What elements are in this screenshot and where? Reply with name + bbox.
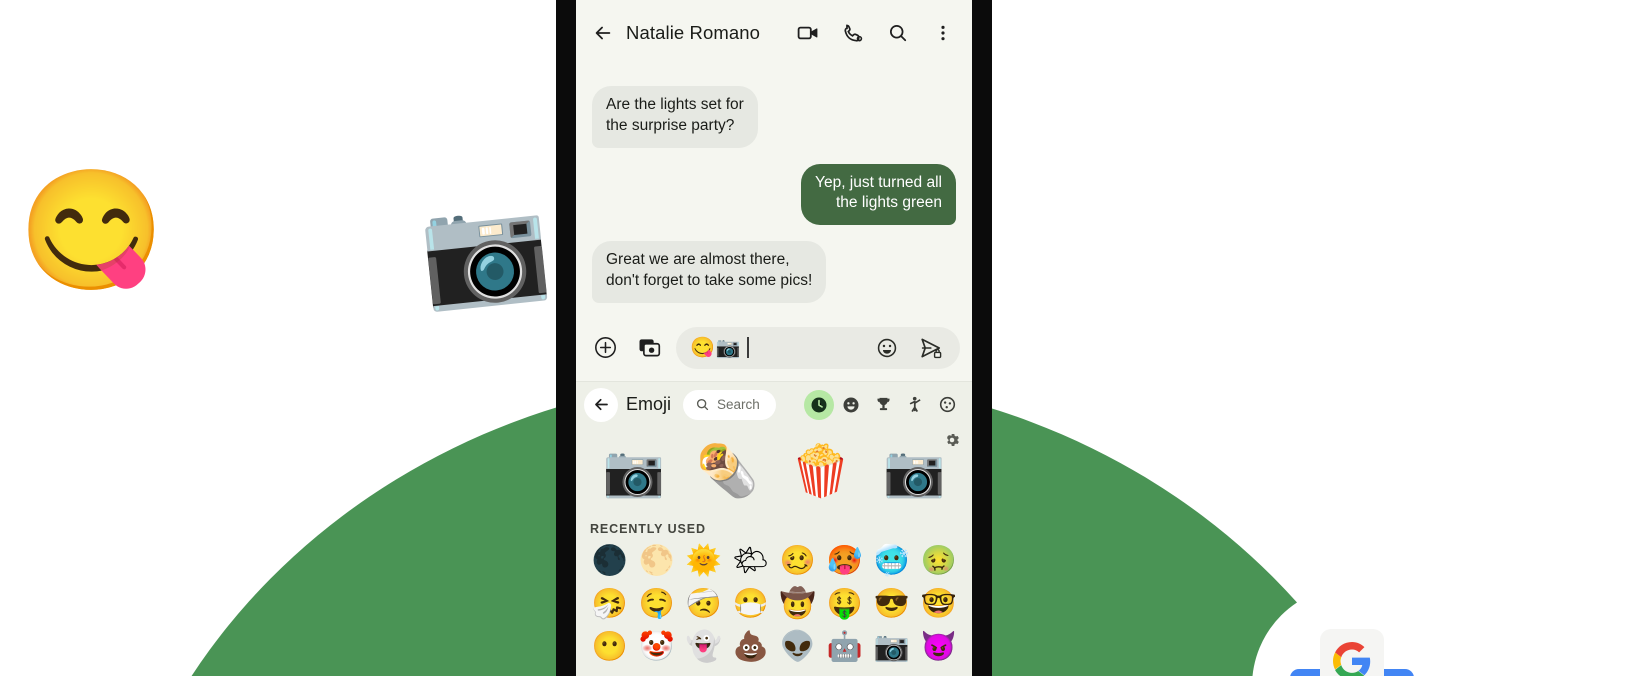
emoji-cell[interactable]: 😎 bbox=[868, 585, 915, 625]
trophy-icon bbox=[876, 397, 890, 411]
emoji-panel-topbar: Emoji Search bbox=[576, 382, 972, 428]
emoji-cell[interactable]: 😷 bbox=[727, 585, 774, 625]
emoji-cell[interactable]: 🥶 bbox=[868, 542, 915, 582]
emoji-grid-row: 🤧 🤤 🤕 😷 🤠 🤑 😎 🤓 bbox=[586, 585, 962, 625]
emoji-kitchen-sticker[interactable]: 📷 bbox=[590, 434, 678, 508]
emoji-category-activities[interactable] bbox=[868, 390, 898, 420]
emoji-cell[interactable]: 🤢 bbox=[915, 542, 962, 582]
emoji-back-icon[interactable] bbox=[584, 387, 618, 422]
emoji-cell[interactable]: 🌕 bbox=[633, 542, 680, 582]
emoji-category-smileys[interactable] bbox=[836, 390, 866, 420]
emoji-grid-row: 😶 🤡 👻 💩 👽 🤖 📷 😈 bbox=[586, 628, 962, 668]
phone-call-icon[interactable] bbox=[836, 16, 870, 50]
clock-icon bbox=[811, 397, 827, 413]
sticker-base-glyph: 📷 bbox=[883, 442, 946, 499]
emoji-category-tabs bbox=[804, 389, 962, 420]
message-bubble-outgoing[interactable]: Yep, just turned all the lights green bbox=[801, 163, 956, 226]
emoji-panel: Emoji Search 📷 🌯 🍿 📷 RECENTLY USED 🌑 🌕 🌞… bbox=[576, 380, 972, 676]
emoji-cell[interactable]: 🤡 bbox=[633, 628, 680, 668]
emoji-cell[interactable]: 🌑 bbox=[586, 542, 633, 582]
emoji-cell[interactable]: 🤠 bbox=[774, 585, 821, 625]
yummy-face-emoji: 😋 bbox=[18, 165, 165, 297]
phone-screen: Natalie Romano Are the lights set for th… bbox=[576, 0, 972, 676]
emoji-kitchen-row: 📷 🌯 🍿 📷 bbox=[576, 428, 972, 512]
plus-circle-icon[interactable] bbox=[588, 331, 622, 365]
emoji-kitchen-sticker[interactable]: 🌯 bbox=[684, 434, 772, 508]
text-caret bbox=[746, 337, 749, 359]
recently-used-label: RECENTLY USED bbox=[590, 521, 706, 536]
message-bubble-incoming[interactable]: Are the lights set for the surprise part… bbox=[592, 86, 758, 148]
emoji-cell[interactable]: 🤑 bbox=[821, 585, 868, 625]
header-actions bbox=[791, 16, 960, 50]
google-g-icon bbox=[1333, 642, 1371, 676]
emoji-category-people[interactable] bbox=[900, 390, 930, 420]
arrow-back-icon[interactable] bbox=[586, 16, 620, 50]
emoji-grid: 🌑 🌕 🌞 🌤 🥴 🥵 🥶 🤢 🤧 🤤 🤕 😷 🤠 🤑 😎 🤓 😶 🤡 👻 💩 … bbox=[576, 542, 972, 668]
emoji-panel-title: Emoji bbox=[626, 394, 672, 415]
camera-emoji: 📷 bbox=[414, 185, 556, 315]
message-row: Great we are almost there, don't forget … bbox=[592, 241, 956, 303]
emoji-cell[interactable]: 😶 bbox=[586, 628, 633, 668]
message-row: Yep, just turned all the lights green bbox=[592, 163, 956, 226]
emoji-face-icon[interactable] bbox=[870, 331, 904, 365]
emoji-cell[interactable]: 🤕 bbox=[680, 585, 727, 625]
screenshot-root: 😋 📷 Natalie Romano Are the lights set fo… bbox=[0, 0, 1650, 676]
conversation-title: Natalie Romano bbox=[626, 22, 761, 43]
emoji-search-input[interactable]: Search bbox=[683, 389, 776, 420]
emoji-cell[interactable]: 🤓 bbox=[915, 585, 962, 625]
message-row: Are the lights set for the surprise part… bbox=[592, 86, 956, 148]
conversation-header: Natalie Romano bbox=[576, 0, 972, 66]
emoji-cell[interactable]: 🤖 bbox=[821, 628, 868, 668]
compose-actions bbox=[870, 331, 948, 365]
sticker-base-glyph: 📷 bbox=[602, 442, 665, 499]
message-input[interactable]: 😋📷 bbox=[676, 326, 960, 369]
emoji-cell[interactable]: 💩 bbox=[727, 628, 774, 668]
emoji-cell[interactable]: 📷 bbox=[868, 628, 915, 668]
message-bubble-incoming[interactable]: Great we are almost there, don't forget … bbox=[592, 241, 827, 303]
emoji-cell[interactable]: 🥵 bbox=[821, 542, 868, 582]
emoji-cell[interactable]: 🌞 bbox=[680, 542, 727, 582]
video-call-icon[interactable] bbox=[791, 16, 825, 50]
emoji-cell[interactable]: 🌤 bbox=[727, 542, 774, 582]
image-picker-icon[interactable] bbox=[632, 331, 666, 365]
emoji-category-recent[interactable] bbox=[804, 389, 834, 420]
emoji-cell[interactable]: 🥴 bbox=[774, 542, 821, 582]
emoji-cell[interactable]: 😈 bbox=[915, 628, 962, 668]
compose-value: 😋📷 bbox=[690, 336, 742, 359]
emoji-kitchen-sticker[interactable]: 📷 bbox=[871, 434, 959, 508]
compose-bar: 😋📷 bbox=[576, 319, 972, 381]
emoji-category-objects[interactable] bbox=[932, 390, 962, 420]
emoji-cell[interactable]: 👽 bbox=[774, 628, 821, 668]
smiley-icon bbox=[843, 397, 859, 413]
emoji-cell[interactable]: 👻 bbox=[680, 628, 727, 668]
emoji-kitchen-sticker[interactable]: 🍿 bbox=[777, 434, 865, 508]
more-options-icon[interactable] bbox=[926, 16, 960, 50]
send-icon[interactable] bbox=[914, 331, 948, 365]
objects-icon bbox=[939, 396, 955, 413]
google-g-bubble bbox=[1320, 629, 1384, 676]
emoji-cell[interactable]: 🤧 bbox=[586, 585, 633, 625]
emoji-search-placeholder: Search bbox=[717, 397, 760, 413]
message-thread: Are the lights set for the surprise part… bbox=[576, 66, 972, 319]
sticker-base-glyph: 🌯 bbox=[696, 442, 759, 499]
emoji-cell[interactable]: 🤤 bbox=[633, 585, 680, 625]
search-icon bbox=[696, 399, 709, 411]
gboard-logo bbox=[1290, 629, 1414, 676]
emoji-grid-row: 🌑 🌕 🌞 🌤 🥴 🥵 🥶 🤢 bbox=[586, 542, 962, 582]
search-icon[interactable] bbox=[881, 16, 915, 50]
person-icon bbox=[909, 396, 921, 413]
sticker-base-glyph: 🍿 bbox=[789, 442, 852, 499]
